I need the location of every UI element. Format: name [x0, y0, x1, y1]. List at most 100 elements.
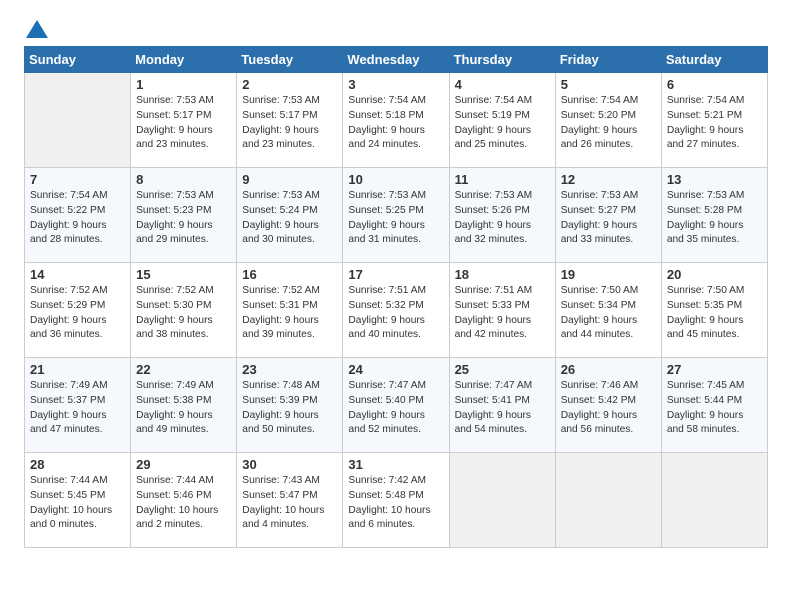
calendar-cell: 22 Sunrise: 7:49 AMSunset: 5:38 PMDayligh…	[131, 358, 237, 453]
weekday-header-monday: Monday	[131, 47, 237, 73]
calendar-cell: 13 Sunrise: 7:53 AMSunset: 5:28 PMDayligh…	[661, 168, 767, 263]
calendar-week-2: 7 Sunrise: 7:54 AMSunset: 5:22 PMDaylight…	[25, 168, 768, 263]
cell-info: Sunrise: 7:53 AMSunset: 5:17 PMDaylight:…	[242, 95, 320, 150]
calendar-cell: 24 Sunrise: 7:47 AMSunset: 5:40 PMDayligh…	[343, 358, 449, 453]
logo	[24, 20, 48, 32]
day-number: 13	[667, 172, 762, 187]
cell-info: Sunrise: 7:43 AMSunset: 5:47 PMDaylight:…	[242, 475, 324, 530]
calendar-cell: 15Sunrise: 7:52 AMSunset: 5:30 PMDayligh…	[131, 263, 237, 358]
cell-info: Sunrise: 7:52 AMSunset: 5:29 PMDaylight:…	[30, 285, 108, 340]
cell-info: Sunrise: 7:54 AMSunset: 5:21 PMDaylight:…	[667, 95, 745, 150]
day-number: 9	[242, 172, 337, 187]
calendar-cell: 2 Sunrise: 7:53 AMSunset: 5:17 PMDaylight…	[237, 73, 343, 168]
calendar-cell: 4 Sunrise: 7:54 AMSunset: 5:19 PMDaylight…	[449, 73, 555, 168]
day-number: 24	[348, 362, 443, 377]
cell-info: Sunrise: 7:52 AMSunset: 5:31 PMDaylight:…	[242, 285, 320, 340]
calendar-cell: 21 Sunrise: 7:49 AMSunset: 5:37 PMDayligh…	[25, 358, 131, 453]
cell-info: Sunrise: 7:54 AMSunset: 5:20 PMDaylight:…	[561, 95, 639, 150]
cell-info: Sunrise: 7:44 AMSunset: 5:46 PMDaylight:…	[136, 475, 218, 530]
cell-info: Sunrise: 7:50 AMSunset: 5:34 PMDaylight:…	[561, 285, 639, 340]
cell-info: Sunrise: 7:47 AMSunset: 5:40 PMDaylight:…	[348, 380, 426, 435]
calendar-cell: 10 Sunrise: 7:53 AMSunset: 5:25 PMDayligh…	[343, 168, 449, 263]
calendar-cell: 26 Sunrise: 7:46 AMSunset: 5:42 PMDayligh…	[555, 358, 661, 453]
day-number: 7	[30, 172, 125, 187]
cell-info: Sunrise: 7:49 AMSunset: 5:38 PMDaylight:…	[136, 380, 214, 435]
day-number: 5	[561, 77, 656, 92]
day-number: 22	[136, 362, 231, 377]
cell-info: Sunrise: 7:54 AMSunset: 5:22 PMDaylight:…	[30, 190, 108, 245]
day-number: 4	[455, 77, 550, 92]
day-number: 25	[455, 362, 550, 377]
day-number: 27	[667, 362, 762, 377]
cell-info: Sunrise: 7:54 AMSunset: 5:19 PMDaylight:…	[455, 95, 533, 150]
calendar-cell: 23 Sunrise: 7:48 AMSunset: 5:39 PMDayligh…	[237, 358, 343, 453]
calendar-cell: 25 Sunrise: 7:47 AMSunset: 5:41 PMDayligh…	[449, 358, 555, 453]
cell-info: Sunrise: 7:45 AMSunset: 5:44 PMDaylight:…	[667, 380, 745, 435]
day-number: 10	[348, 172, 443, 187]
cell-info: Sunrise: 7:51 AMSunset: 5:32 PMDaylight:…	[348, 285, 426, 340]
calendar-cell: 6 Sunrise: 7:54 AMSunset: 5:21 PMDaylight…	[661, 73, 767, 168]
cell-info: Sunrise: 7:53 AMSunset: 5:26 PMDaylight:…	[455, 190, 533, 245]
day-number: 21	[30, 362, 125, 377]
calendar-cell: 20 Sunrise: 7:50 AMSunset: 5:35 PMDayligh…	[661, 263, 767, 358]
calendar-cell: 1 Sunrise: 7:53 AMSunset: 5:17 PMDaylight…	[131, 73, 237, 168]
calendar-cell: 30Sunrise: 7:43 AMSunset: 5:47 PMDayligh…	[237, 453, 343, 548]
cell-info: Sunrise: 7:48 AMSunset: 5:39 PMDaylight:…	[242, 380, 320, 435]
calendar-cell: 8 Sunrise: 7:53 AMSunset: 5:23 PMDaylight…	[131, 168, 237, 263]
calendar-cell: 18Sunrise: 7:51 AMSunset: 5:33 PMDayligh…	[449, 263, 555, 358]
cell-info: Sunrise: 7:54 AMSunset: 5:18 PMDaylight:…	[348, 95, 426, 150]
cell-info: Sunrise: 7:46 AMSunset: 5:42 PMDaylight:…	[561, 380, 639, 435]
calendar-week-5: 28 Sunrise: 7:44 AMSunset: 5:45 PMDayligh…	[25, 453, 768, 548]
cell-info: Sunrise: 7:50 AMSunset: 5:35 PMDaylight:…	[667, 285, 745, 340]
calendar-cell: 7 Sunrise: 7:54 AMSunset: 5:22 PMDaylight…	[25, 168, 131, 263]
cell-info: Sunrise: 7:44 AMSunset: 5:45 PMDaylight:…	[30, 475, 112, 530]
weekday-header-thursday: Thursday	[449, 47, 555, 73]
cell-info: Sunrise: 7:53 AMSunset: 5:25 PMDaylight:…	[348, 190, 426, 245]
day-number: 11	[455, 172, 550, 187]
weekday-header-friday: Friday	[555, 47, 661, 73]
day-number: 18	[455, 267, 550, 282]
day-number: 6	[667, 77, 762, 92]
calendar-cell: 31Sunrise: 7:42 AMSunset: 5:48 PMDayligh…	[343, 453, 449, 548]
weekday-header-sunday: Sunday	[25, 47, 131, 73]
calendar-cell: 17Sunrise: 7:51 AMSunset: 5:32 PMDayligh…	[343, 263, 449, 358]
day-number: 16	[242, 267, 337, 282]
day-number: 19	[561, 267, 656, 282]
logo-icon	[26, 20, 48, 38]
day-number: 28	[30, 457, 125, 472]
day-number: 23	[242, 362, 337, 377]
calendar-cell: 27 Sunrise: 7:45 AMSunset: 5:44 PMDayligh…	[661, 358, 767, 453]
weekday-header-saturday: Saturday	[661, 47, 767, 73]
calendar-cell: 11 Sunrise: 7:53 AMSunset: 5:26 PMDayligh…	[449, 168, 555, 263]
cell-info: Sunrise: 7:49 AMSunset: 5:37 PMDaylight:…	[30, 380, 108, 435]
day-number: 20	[667, 267, 762, 282]
day-number: 8	[136, 172, 231, 187]
weekday-header-tuesday: Tuesday	[237, 47, 343, 73]
calendar-table: SundayMondayTuesdayWednesdayThursdayFrid…	[24, 46, 768, 548]
day-number: 12	[561, 172, 656, 187]
cell-info: Sunrise: 7:42 AMSunset: 5:48 PMDaylight:…	[348, 475, 430, 530]
calendar-cell: 5 Sunrise: 7:54 AMSunset: 5:20 PMDaylight…	[555, 73, 661, 168]
calendar-cell	[449, 453, 555, 548]
weekday-header-wednesday: Wednesday	[343, 47, 449, 73]
day-number: 2	[242, 77, 337, 92]
cell-info: Sunrise: 7:53 AMSunset: 5:17 PMDaylight:…	[136, 95, 214, 150]
day-number: 26	[561, 362, 656, 377]
day-number: 1	[136, 77, 231, 92]
calendar-cell: 9 Sunrise: 7:53 AMSunset: 5:24 PMDaylight…	[237, 168, 343, 263]
cell-info: Sunrise: 7:53 AMSunset: 5:24 PMDaylight:…	[242, 190, 320, 245]
cell-info: Sunrise: 7:53 AMSunset: 5:23 PMDaylight:…	[136, 190, 214, 245]
day-number: 3	[348, 77, 443, 92]
calendar-week-3: 14Sunrise: 7:52 AMSunset: 5:29 PMDayligh…	[25, 263, 768, 358]
cell-info: Sunrise: 7:53 AMSunset: 5:28 PMDaylight:…	[667, 190, 745, 245]
calendar-cell: 12Sunrise: 7:53 AMSunset: 5:27 PMDayligh…	[555, 168, 661, 263]
page-header	[24, 20, 768, 32]
calendar-cell: 19 Sunrise: 7:50 AMSunset: 5:34 PMDayligh…	[555, 263, 661, 358]
calendar-cell	[555, 453, 661, 548]
calendar-cell: 28 Sunrise: 7:44 AMSunset: 5:45 PMDayligh…	[25, 453, 131, 548]
calendar-cell: 14Sunrise: 7:52 AMSunset: 5:29 PMDayligh…	[25, 263, 131, 358]
calendar-week-1: 1 Sunrise: 7:53 AMSunset: 5:17 PMDaylight…	[25, 73, 768, 168]
cell-info: Sunrise: 7:47 AMSunset: 5:41 PMDaylight:…	[455, 380, 533, 435]
calendar-cell	[661, 453, 767, 548]
cell-info: Sunrise: 7:52 AMSunset: 5:30 PMDaylight:…	[136, 285, 214, 340]
